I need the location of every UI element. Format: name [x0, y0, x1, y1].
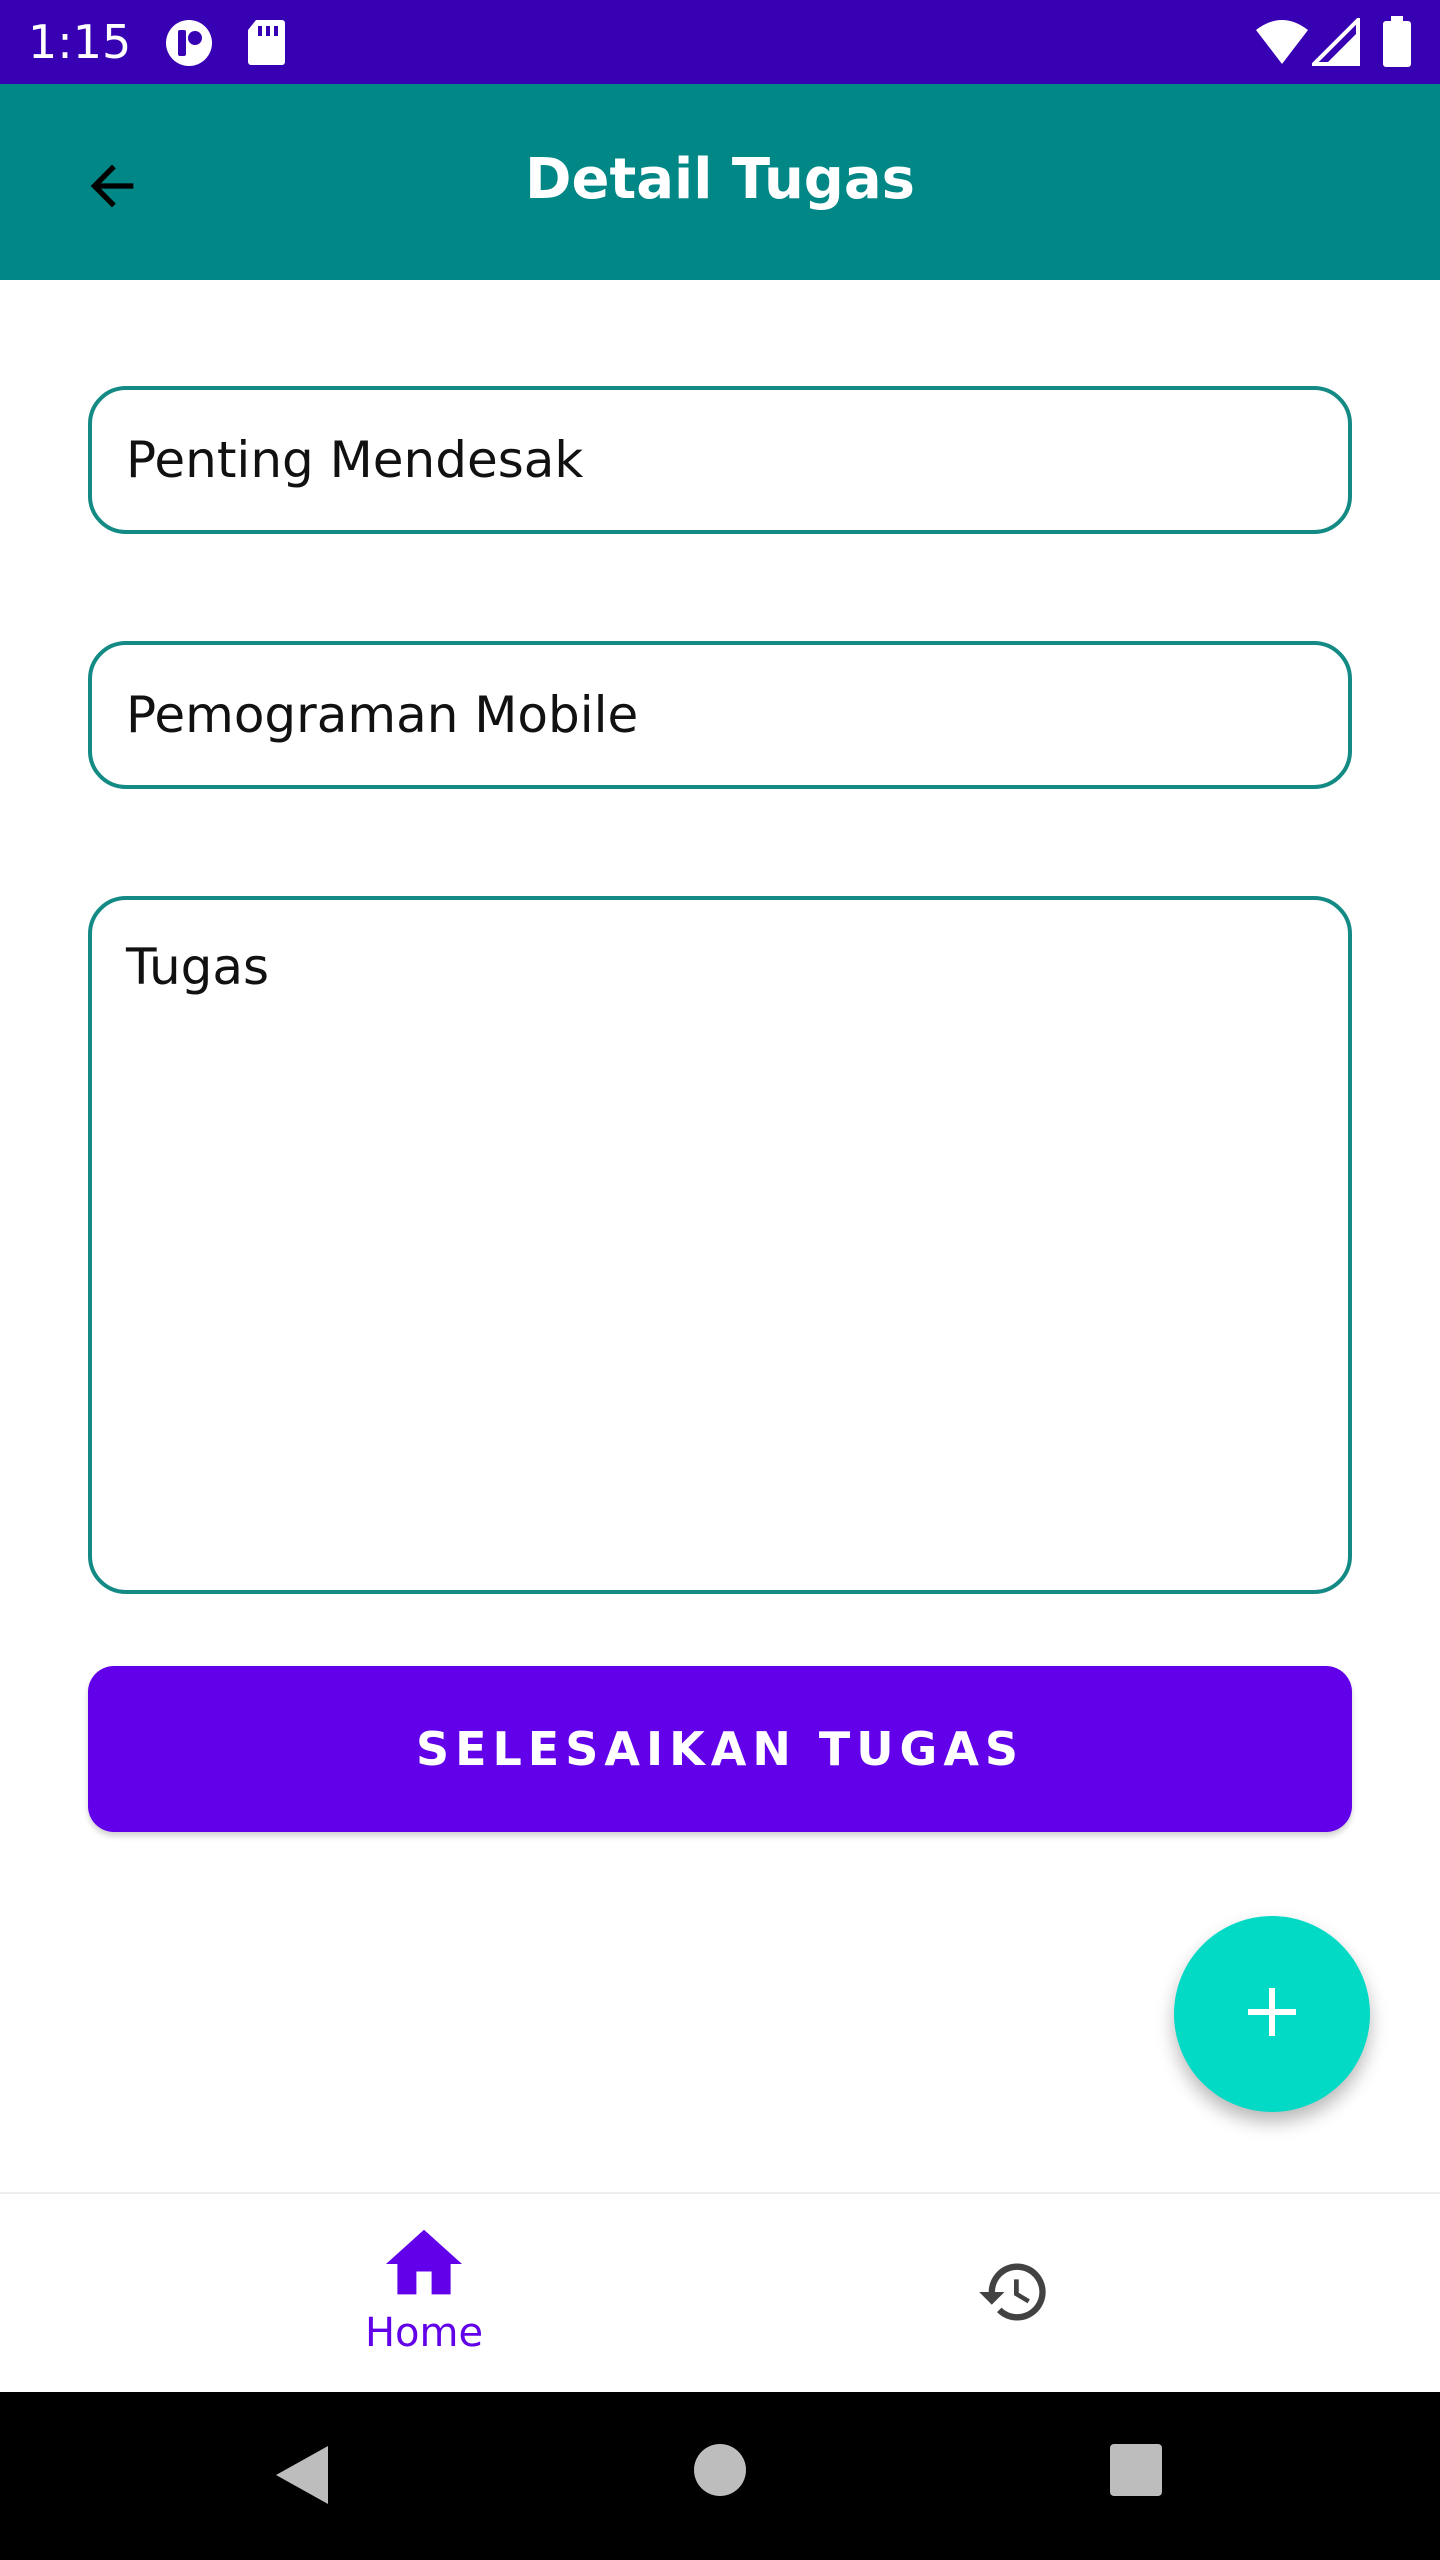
status-bar: 1:15: [0, 0, 1440, 84]
notification-app-icon: [164, 18, 214, 72]
status-time: 1:15: [28, 15, 132, 69]
priority-field-value: Penting Mendesak: [126, 431, 584, 489]
page-title: Detail Tugas: [524, 147, 916, 212]
battery-icon: [1382, 16, 1412, 72]
app-bar: Detail Tugas: [0, 84, 1440, 280]
add-task-fab[interactable]: [1174, 1916, 1370, 2112]
nav-item-home[interactable]: Home: [244, 2194, 604, 2394]
plus-icon: [1242, 1982, 1302, 2046]
subject-field-value: Pemograman Mobile: [126, 686, 639, 744]
task-description-value: Tugas: [126, 938, 270, 996]
system-navigation-bar: [0, 2392, 1440, 2560]
subject-field[interactable]: Pemograman Mobile: [88, 641, 1352, 789]
nav-item-history[interactable]: [834, 2194, 1194, 2394]
home-icon: [386, 2229, 462, 2301]
sd-card-icon: [246, 18, 286, 70]
cell-signal-icon: [1309, 15, 1360, 70]
complete-task-label: SELESAIKAN TUGAS: [415, 1722, 1025, 1776]
complete-task-button[interactable]: SELESAIKAN TUGAS: [88, 1666, 1352, 1832]
task-description-field[interactable]: Tugas: [88, 896, 1352, 1594]
bottom-navigation: Home: [0, 2192, 1440, 2392]
priority-field[interactable]: Penting Mendesak: [88, 386, 1352, 534]
recents-square-icon[interactable]: [1108, 2442, 1164, 2502]
wifi-icon: [1254, 18, 1310, 70]
home-circle-icon[interactable]: [692, 2442, 748, 2502]
back-triangle-icon[interactable]: [272, 2442, 332, 2512]
history-icon: [976, 2254, 1052, 2334]
nav-item-home-label: Home: [364, 2310, 484, 2356]
